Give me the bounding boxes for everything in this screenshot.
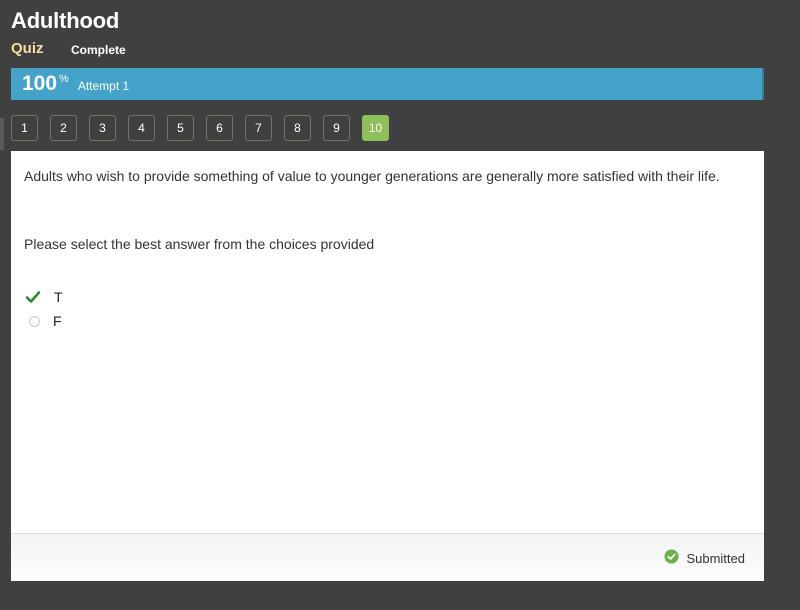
question-button-4[interactable]: 4 bbox=[128, 115, 155, 141]
attempt-label: Attempt 1 bbox=[77, 78, 130, 93]
question-card: Adults who wish to provide something of … bbox=[11, 151, 764, 581]
choice-false[interactable]: F bbox=[26, 313, 62, 329]
activity-status-label: Complete bbox=[71, 43, 126, 57]
submission-status-text: Submitted bbox=[686, 550, 745, 566]
question-button-1[interactable]: 1 bbox=[11, 115, 38, 141]
question-button-9[interactable]: 9 bbox=[323, 115, 350, 141]
left-edge-tab bbox=[0, 118, 4, 150]
question-nav: 1 2 3 4 5 6 7 8 9 10 bbox=[11, 115, 389, 141]
choice-true[interactable]: T bbox=[26, 289, 63, 305]
choice-false-label: F bbox=[53, 313, 62, 329]
question-text: Adults who wish to provide something of … bbox=[24, 168, 720, 184]
page-title: Adulthood bbox=[11, 8, 120, 33]
question-button-3[interactable]: 3 bbox=[89, 115, 116, 141]
submission-status: Submitted bbox=[664, 549, 745, 567]
progress-number: 100 bbox=[22, 72, 58, 95]
question-button-7[interactable]: 7 bbox=[245, 115, 272, 141]
checkmark-icon bbox=[26, 290, 40, 304]
question-instruction: Please select the best answer from the c… bbox=[24, 236, 375, 252]
radio-empty-icon[interactable] bbox=[27, 314, 41, 328]
check-circle-icon bbox=[664, 549, 679, 567]
card-footer: Submitted bbox=[11, 533, 764, 581]
choice-true-label: T bbox=[54, 289, 63, 305]
question-button-8[interactable]: 8 bbox=[284, 115, 311, 141]
progress-bar: 100 % Attempt 1 bbox=[11, 68, 764, 100]
question-button-6[interactable]: 6 bbox=[206, 115, 233, 141]
quiz-page: Adulthood Quiz Complete 100 % Attempt 1 … bbox=[0, 0, 800, 610]
progress-percent-sign: % bbox=[59, 73, 69, 85]
question-button-5[interactable]: 5 bbox=[167, 115, 194, 141]
activity-type-label: Quiz bbox=[11, 40, 44, 57]
progress-value: 100 % bbox=[22, 72, 69, 96]
question-button-2[interactable]: 2 bbox=[50, 115, 77, 141]
question-button-10[interactable]: 10 bbox=[362, 115, 389, 141]
